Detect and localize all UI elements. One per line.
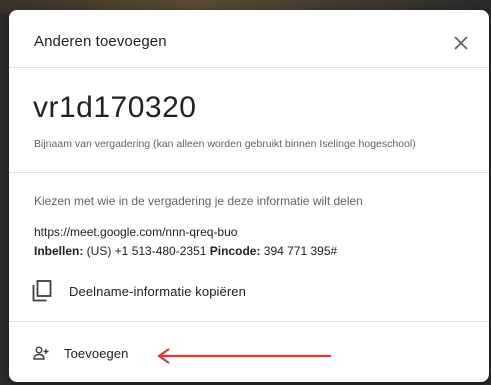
meeting-nickname-note: Bijnaam van vergadering (kan alleen word… xyxy=(34,138,416,150)
add-people-label: Toevoegen xyxy=(64,345,129,361)
pincode-value: 394 771 395# xyxy=(260,244,338,258)
copy-joining-info-button[interactable]: Deelname-informatie kopiëren xyxy=(30,276,246,306)
red-annotation-arrow xyxy=(157,348,331,364)
add-people-button[interactable]: Toevoegen xyxy=(30,340,129,366)
copy-icon xyxy=(30,279,54,303)
pincode-label: Pincode: xyxy=(209,244,261,258)
copy-joining-info-label: Deelname-informatie kopiëren xyxy=(69,283,246,299)
joining-info-section: Kiezen met wie in de vergadering je deze… xyxy=(9,173,489,322)
dialog-title: Anderen toevoegen xyxy=(34,33,167,50)
close-icon xyxy=(454,36,468,50)
meeting-link[interactable]: https://meet.google.com/nnn-qreq-buo xyxy=(34,225,237,239)
meeting-code: vr1d170320 xyxy=(33,91,197,124)
share-info-heading: Kiezen met wie in de vergadering je deze… xyxy=(34,194,363,208)
close-button[interactable] xyxy=(446,28,476,58)
dial-in-line: Inbellen: (US) +1 513-480-2351 Pincode: … xyxy=(34,244,337,258)
dialog-header: Anderen toevoegen xyxy=(9,10,489,68)
add-others-dialog: Anderen toevoegen vr1d170320 Bijnaam van… xyxy=(9,10,489,382)
dial-in-label: Inbellen: xyxy=(34,244,84,258)
meeting-code-section: vr1d170320 Bijnaam van vergadering (kan … xyxy=(9,68,489,173)
person-add-icon xyxy=(30,342,52,364)
dial-in-number: (US) +1 513-480-2351 xyxy=(83,244,210,258)
